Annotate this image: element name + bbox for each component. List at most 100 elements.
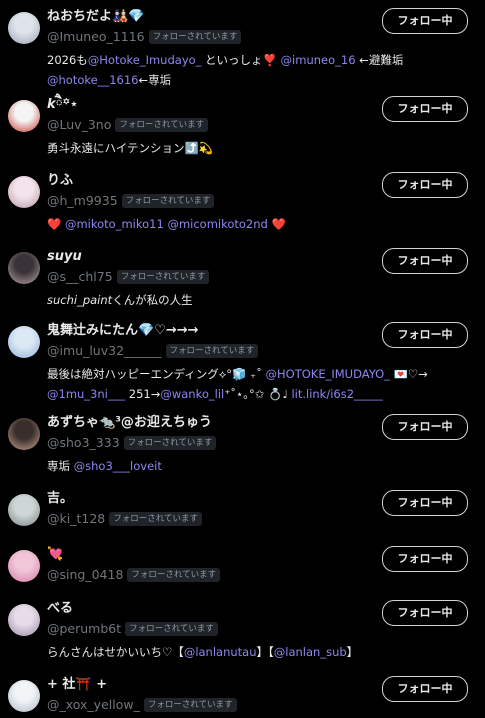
avatar[interactable] <box>8 100 40 132</box>
handle-line: @Imuneo_1116 フォローされています <box>47 28 242 46</box>
display-name-text: べる <box>47 601 74 616</box>
handle-line: @_xox_yellow_ フォローされています <box>47 696 237 714</box>
handle-line: @s__chl75 フォローされています <box>47 268 210 286</box>
avatar[interactable] <box>8 494 40 526</box>
display-name-suffix: ཻ꙳⋆ <box>55 97 79 112</box>
follows-you-badge: フォローされています <box>165 344 259 358</box>
display-name-text: k <box>47 97 56 112</box>
display-name-text: + 社 <box>47 677 76 692</box>
follows-you-badge: フォローされています <box>109 512 202 526</box>
bio-link[interactable]: @hotoke__1616 <box>47 73 138 87</box>
follows-you-badge: フォローされています <box>115 118 209 132</box>
user-bio: 最後は絶対ハッピーエンディング⟡°🧊 ₊˚ @HOTOKE_IMUDAYO_ 💌… <box>47 364 465 404</box>
following-button[interactable]: フォロー中 <box>382 96 468 122</box>
user-bio: 専垢 @sho3___loveit <box>47 456 465 476</box>
display-name[interactable]: 鬼舞辻みにたん💎♡→→→ <box>47 322 199 340</box>
display-name[interactable]: + 社⛩️ + <box>47 676 107 694</box>
follows-you-badge: フォローされています <box>121 194 215 208</box>
display-name-text: 鬼舞辻みにたん <box>47 323 139 338</box>
bio-text: といっしょ <box>201 53 263 67</box>
display-name-suffix: 💘 <box>47 547 64 562</box>
display-name[interactable]: ねおちだよ🎎💎 <box>47 8 144 26</box>
bio-text: 💌♡→ <box>389 367 428 381</box>
bio-text: 勇斗永遠にハイテンション <box>47 141 185 155</box>
display-name-suffix: ⛩️ + <box>75 677 108 692</box>
following-button[interactable]: フォロー中 <box>382 248 468 274</box>
follows-you-badge: フォローされています <box>143 698 237 712</box>
bio-link[interactable]: @sho3___loveit <box>74 459 162 473</box>
user-handle[interactable]: @Imuneo_1116 <box>47 28 145 46</box>
avatar[interactable] <box>8 550 40 582</box>
bio-link[interactable]: @HOTOKE_IMUDAYO_ <box>266 367 390 381</box>
following-list: ねおちだよ🎎💎 @Imuneo_1116 フォローされています 2026も@Hotok… <box>0 0 485 718</box>
display-name[interactable]: あずちゃ🐀³@お迎えちゅう <box>47 414 212 432</box>
following-button[interactable]: フォロー中 <box>382 322 468 348</box>
display-name[interactable]: kཻ꙳⋆ <box>47 96 78 114</box>
display-name-suffix: 🐀³@お迎えちゅう <box>99 415 212 430</box>
display-name[interactable]: 吉。 <box>47 490 73 508</box>
display-name-text: suyu <box>47 249 82 264</box>
bio-link[interactable]: @Hotoke_Imudayo_ <box>88 53 202 67</box>
following-button[interactable]: フォロー中 <box>382 172 468 198</box>
avatar[interactable] <box>8 604 40 636</box>
user-handle[interactable]: @sho3_333 <box>47 434 120 452</box>
display-name[interactable]: べる <box>47 600 73 618</box>
user-handle[interactable]: @ki_t128 <box>47 510 105 528</box>
user-bio: 勇斗永遠にハイテンション⤴️💫 <box>47 138 465 158</box>
following-button[interactable]: フォロー中 <box>382 600 468 626</box>
bio-text: ❤️ <box>271 217 286 231</box>
follows-you-badge: フォローされています <box>125 622 218 636</box>
bio-text: 💫 <box>198 141 214 155</box>
bio-link[interactable]: @lanlan_sub <box>274 645 347 659</box>
bio-link[interactable]: lit.link/i6s2_____ <box>291 387 382 401</box>
user-handle[interactable]: @_xox_yellow_ <box>47 696 140 714</box>
handle-line: @h_m9935 フォローされています <box>47 192 215 210</box>
display-name[interactable]: suyu <box>47 248 82 266</box>
handle-line: @sing_0418 フォローされています <box>47 566 221 584</box>
bio-text: らんさんはせかいいち♡【 <box>47 645 184 659</box>
display-name-suffix: 💎♡→→→ <box>138 323 199 338</box>
bio-text: ←専垢 <box>138 73 172 87</box>
following-button[interactable]: フォロー中 <box>382 8 468 34</box>
bio-text: ❤️ <box>47 217 62 231</box>
bio-text: suchi_paint <box>47 293 113 307</box>
user-bio: suchi_paintくんが私の人生 <box>47 290 465 310</box>
bio-text: 2026も <box>47 53 88 67</box>
following-button[interactable]: フォロー中 <box>382 676 468 702</box>
bio-link[interactable]: @lanlanutau <box>184 645 257 659</box>
handle-line: @imu_luv32______ フォローされています <box>47 342 259 360</box>
handle-line: @Luv_3no フォローされています <box>47 116 209 134</box>
avatar[interactable] <box>8 176 40 208</box>
bio-text: くんが私の人生 <box>112 293 193 307</box>
bio-link[interactable]: @imuneo_16 <box>281 53 356 67</box>
follows-you-badge: フォローされています <box>148 30 242 44</box>
user-handle[interactable]: @s__chl75 <box>47 268 113 286</box>
user-handle[interactable]: @imu_luv32______ <box>47 342 162 360</box>
user-handle[interactable]: @perumb6t <box>47 620 121 638</box>
display-name-text: ねおちだよ <box>47 9 113 24</box>
display-name[interactable]: りふ <box>47 172 73 190</box>
bio-link[interactable]: @mikoto_miko11 <box>65 217 164 231</box>
avatar[interactable] <box>8 680 40 712</box>
bio-link[interactable]: @wanko_lil <box>160 387 224 401</box>
handle-line: @perumb6t フォローされています <box>47 620 218 638</box>
bio-link[interactable]: @1mu_3ni___ <box>47 387 125 401</box>
bio-text: 】【 <box>256 645 274 659</box>
bio-link[interactable]: @micomikoto2nd <box>167 217 267 231</box>
avatar[interactable] <box>8 252 40 284</box>
user-handle[interactable]: @sing_0418 <box>47 566 123 584</box>
avatar[interactable] <box>8 326 40 358</box>
user-bio: 2026も@Hotoke_Imudayo_ といっしょ❣️ @imuneo_16… <box>47 50 465 90</box>
bio-text: 最後は絶対ハッピーエンディング⟡°🧊 ₊˚ <box>47 367 266 381</box>
follows-you-badge: フォローされています <box>123 436 217 450</box>
display-name-suffix: 🎎💎 <box>112 9 145 24</box>
following-button[interactable]: フォロー中 <box>382 546 468 572</box>
avatar[interactable] <box>8 418 40 450</box>
user-handle[interactable]: @h_m9935 <box>47 192 118 210</box>
handle-line: @sho3_333 フォローされています <box>47 434 217 452</box>
display-name[interactable]: 💘 <box>47 546 63 564</box>
user-handle[interactable]: @Luv_3no <box>47 116 111 134</box>
following-button[interactable]: フォロー中 <box>382 414 468 440</box>
avatar[interactable] <box>8 12 40 44</box>
following-button[interactable]: フォロー中 <box>382 490 468 516</box>
